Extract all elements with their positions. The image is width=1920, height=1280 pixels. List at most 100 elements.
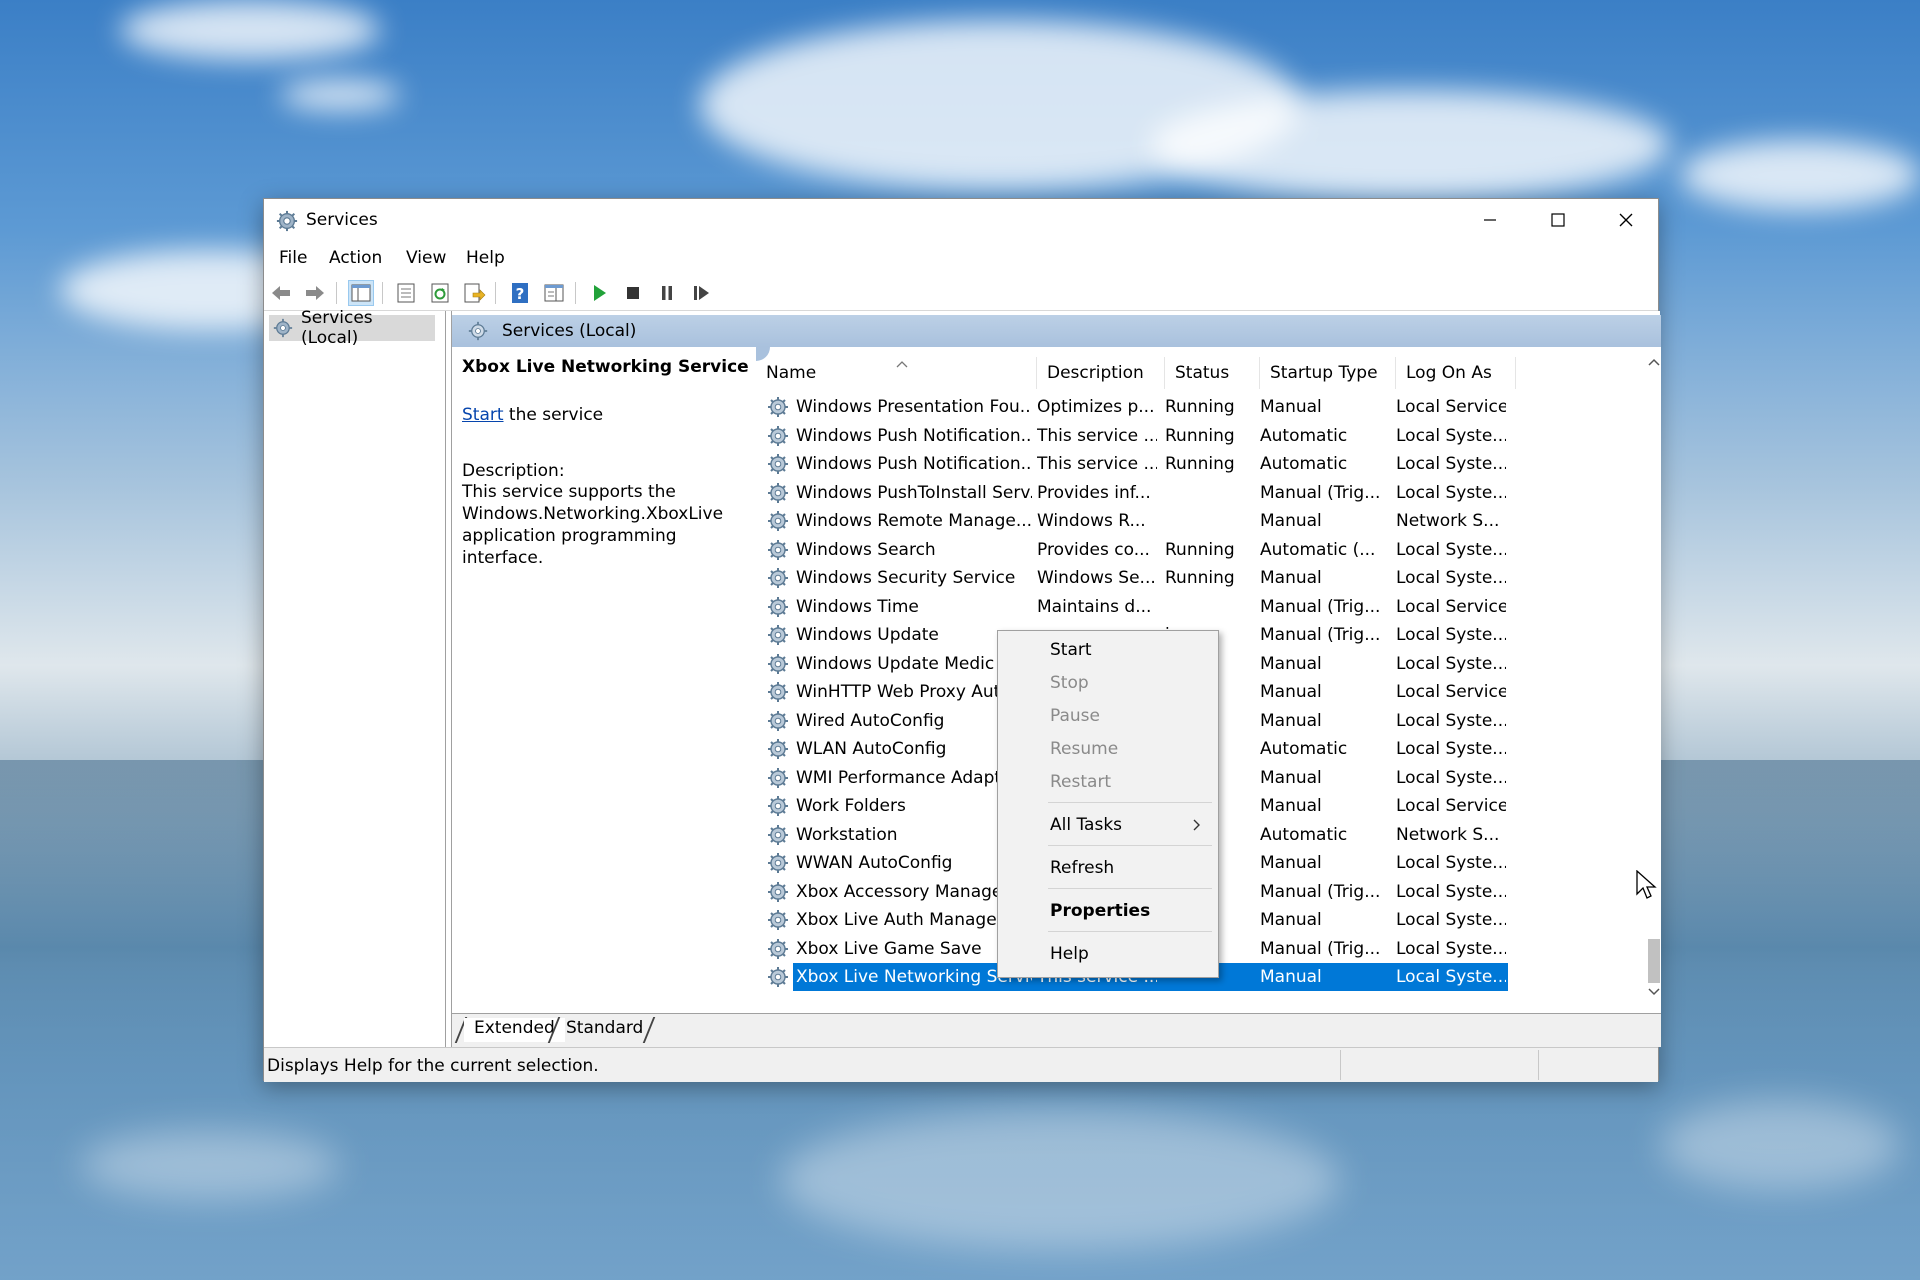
services-gear-icon	[468, 321, 488, 341]
tree-node-services-local[interactable]: Services (Local)	[269, 308, 435, 348]
cell-status: Running	[1165, 539, 1235, 560]
cell-logon: Local Syste...	[1396, 653, 1506, 674]
cell-startup: Automatic	[1260, 425, 1348, 446]
console-view-button[interactable]	[541, 280, 567, 306]
cell-desc: Optimizes p...	[1037, 397, 1155, 417]
column-header-log-on-as[interactable]: Log On As	[1396, 357, 1516, 389]
cell-startup: Manual	[1260, 568, 1322, 588]
context-menu-restart[interactable]: Restart	[998, 767, 1218, 797]
column-header-status[interactable]: Status	[1165, 357, 1260, 389]
service-gear-icon	[768, 568, 788, 588]
cell-startup: Manual	[1260, 910, 1322, 930]
cell-logon: Local Syste...	[1396, 910, 1506, 930]
table-row[interactable]: Windows Security Service Windows Se... Run…	[766, 564, 1508, 592]
cell-startup: Manual	[1260, 796, 1322, 816]
vertical-scrollbar[interactable]	[1647, 347, 1661, 1013]
cell-startup: Manual (Trig...	[1260, 938, 1381, 959]
maximize-button[interactable]	[1524, 199, 1592, 241]
main-header: Services (Local)	[452, 315, 1661, 347]
properties-icon	[397, 283, 415, 303]
column-header-name[interactable]: Name	[756, 357, 1037, 389]
start-service-link[interactable]: Start	[462, 405, 504, 425]
cell-desc: Maintains d...	[1037, 596, 1152, 617]
service-gear-icon	[768, 824, 788, 845]
refresh-button[interactable]	[427, 280, 453, 306]
cell-name: Windows Search	[796, 539, 936, 560]
services-window: Services File Action View Help ? Service…	[263, 198, 1661, 1082]
cell-startup: Manual	[1260, 767, 1322, 788]
table-row[interactable]: Windows Presentation Fou... Optimizes p..…	[766, 393, 1508, 421]
cell-startup: Manual (Trig...	[1260, 482, 1381, 503]
minimize-button[interactable]	[1456, 199, 1524, 241]
properties-button[interactable]	[393, 280, 419, 306]
cell-logon: Local Syste...	[1396, 568, 1506, 588]
main-header-title: Services (Local)	[502, 321, 637, 341]
table-row[interactable]: Windows Time Maintains d... Manual (Trig..…	[766, 593, 1508, 621]
description-line: application programming interface.	[462, 526, 677, 568]
cell-name: Windows PushToInstall Serv...	[796, 482, 1032, 503]
scroll-thumb[interactable]	[1648, 939, 1660, 983]
cell-status: Running	[1165, 568, 1235, 588]
reflection	[80, 1130, 340, 1200]
column-header-startup-type[interactable]: Startup Type	[1260, 357, 1396, 389]
start-suffix: the service	[503, 405, 604, 425]
table-row[interactable]: Windows PushToInstall Serv... Provides in…	[766, 479, 1508, 507]
context-menu-help[interactable]: Help	[998, 939, 1218, 969]
scroll-down-icon[interactable]	[1648, 987, 1660, 997]
context-menu-properties[interactable]: Properties	[998, 896, 1218, 926]
menu-help[interactable]: Help	[466, 248, 505, 268]
table-row[interactable]: Windows Remote Manage... Windows R... Manu…	[766, 507, 1508, 535]
cell-logon: Local Syste...	[1396, 853, 1506, 873]
stop-service-button[interactable]	[620, 280, 646, 306]
back-button[interactable]	[268, 280, 294, 306]
reflection	[780, 1110, 1340, 1250]
maximize-icon	[1551, 213, 1565, 227]
cell-startup: Manual	[1260, 853, 1322, 873]
context-menu-start[interactable]: Start	[998, 635, 1218, 665]
table-row[interactable]: Windows Push Notification... This service…	[766, 450, 1508, 478]
menu-action[interactable]: Action	[329, 248, 382, 268]
service-gear-icon	[768, 454, 788, 474]
show-hide-tree-button[interactable]	[348, 280, 374, 306]
help-button[interactable]: ?	[507, 280, 533, 306]
service-gear-icon	[768, 739, 788, 759]
service-gear-icon	[768, 967, 788, 987]
description-panel: Xbox Live Networking Service Start the s…	[462, 355, 752, 569]
start-service-button[interactable]	[586, 280, 612, 306]
table-row[interactable]: Windows Search Provides co... Running Autom…	[766, 536, 1508, 564]
cell-startup: Manual	[1260, 682, 1322, 702]
export-button[interactable]	[461, 280, 487, 306]
tab-standard[interactable]: Standard	[556, 1018, 653, 1042]
cell-logon: Local Syste...	[1396, 938, 1506, 959]
forward-button[interactable]	[302, 280, 328, 306]
cell-status: Running	[1165, 454, 1235, 474]
cell-startup: Manual (Trig...	[1260, 881, 1381, 902]
cell-name: Windows Remote Manage...	[796, 511, 1032, 531]
menu-view[interactable]: View	[406, 248, 446, 268]
restart-service-icon	[694, 286, 709, 300]
column-header-description[interactable]: Description	[1037, 357, 1165, 389]
context-menu-stop[interactable]: Stop	[998, 668, 1218, 698]
context-menu-all-tasks[interactable]: All Tasks	[998, 810, 1218, 840]
context-menu-refresh[interactable]: Refresh	[998, 853, 1218, 883]
toolbar-separator	[336, 282, 337, 304]
menu-file[interactable]: File	[279, 248, 307, 268]
view-tabs: Extended Standard	[452, 1013, 1661, 1047]
service-gear-icon	[768, 910, 788, 930]
context-menu-resume[interactable]: Resume	[998, 734, 1218, 764]
table-row[interactable]: Windows Push Notification... This service…	[766, 422, 1508, 450]
services-gear-icon	[276, 210, 298, 232]
pause-service-button[interactable]	[654, 280, 680, 306]
cell-startup: Manual	[1260, 397, 1322, 417]
cell-logon: Network S...	[1396, 511, 1500, 531]
context-menu: Start Stop Pause Resume Restart All Task…	[997, 630, 1219, 978]
context-menu-pause[interactable]: Pause	[998, 701, 1218, 731]
title-bar[interactable]: Services	[264, 199, 1658, 241]
restart-service-button[interactable]	[688, 280, 714, 306]
cell-logon: Local Syste...	[1396, 967, 1506, 987]
cell-desc: Provides inf...	[1037, 482, 1151, 503]
close-button[interactable]	[1592, 199, 1660, 241]
scroll-up-icon[interactable]	[1648, 357, 1660, 367]
service-gear-icon	[768, 482, 788, 503]
cell-logon: Local Syste...	[1396, 454, 1506, 474]
